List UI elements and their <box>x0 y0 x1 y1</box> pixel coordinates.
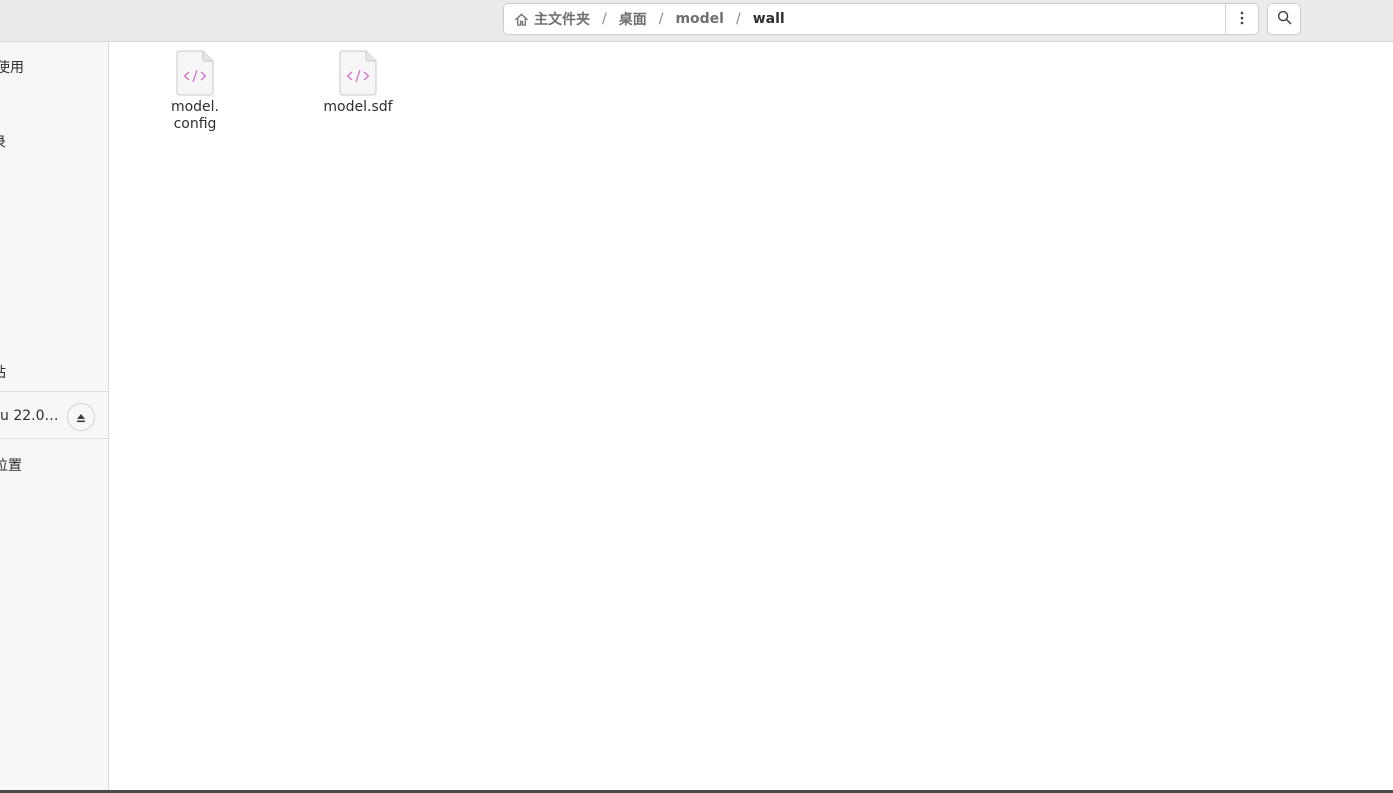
breadcrumb: 主文件夹 / 桌面 / model / wall <box>504 4 1225 34</box>
files-view[interactable]: model. config model.sdf <box>110 43 1393 790</box>
file-item-model-sdf[interactable]: model.sdf <box>303 50 413 116</box>
sidebar-divider <box>0 438 108 439</box>
path-bar: 主文件夹 / 桌面 / model / wall <box>503 3 1259 35</box>
sidebar-item-folder[interactable]: 录 <box>0 132 6 152</box>
sidebar-item-label: 位置 <box>0 458 22 474</box>
sidebar-item-recent[interactable]: 使用 <box>0 57 24 77</box>
search-icon <box>1277 10 1292 29</box>
code-file-icon <box>339 50 377 96</box>
file-name: model. config <box>145 99 245 133</box>
sidebar-item-label: 站 <box>0 365 6 381</box>
breadcrumb-wall[interactable]: wall <box>753 11 785 27</box>
sidebar: 使用 录 站 u 22.0… 位置 <box>0 42 109 793</box>
vertical-dots-icon <box>1240 10 1244 29</box>
breadcrumb-separator: / <box>658 11 664 27</box>
breadcrumb-separator: / <box>602 11 607 27</box>
code-file-icon <box>176 50 214 96</box>
file-name-part: model. <box>170 99 220 115</box>
file-name: model.sdf <box>323 99 393 115</box>
sidebar-item-other-locations[interactable]: 位置 <box>0 455 22 475</box>
header-bar: 主文件夹 / 桌面 / model / wall <box>0 0 1393 42</box>
sidebar-item-trash[interactable]: 站 <box>0 362 6 382</box>
sidebar-item-label: u 22.0… <box>0 408 59 424</box>
sidebar-item-label: 录 <box>0 135 6 151</box>
sidebar-divider <box>0 391 108 392</box>
breadcrumb-model[interactable]: model <box>675 11 724 27</box>
breadcrumb-separator: / <box>735 11 741 27</box>
sidebar-item-label: 使用 <box>0 60 24 76</box>
file-name-part: config <box>173 116 217 132</box>
path-menu-button[interactable] <box>1225 4 1258 34</box>
home-icon[interactable] <box>513 11 529 27</box>
eject-icon <box>76 408 86 427</box>
file-manager-window: 主文件夹 / 桌面 / model / wall 用 u 22.0… 置 mod… <box>0 0 1393 793</box>
breadcrumb-home[interactable]: 主文件夹 <box>534 9 590 29</box>
breadcrumb-desktop[interactable]: 桌面 <box>619 9 647 29</box>
sidebar-item-ubuntu-drive[interactable]: u 22.0… <box>0 408 59 424</box>
search-button[interactable] <box>1267 3 1301 35</box>
file-item-model-config[interactable]: model. config <box>140 50 250 133</box>
eject-button[interactable] <box>67 403 95 431</box>
